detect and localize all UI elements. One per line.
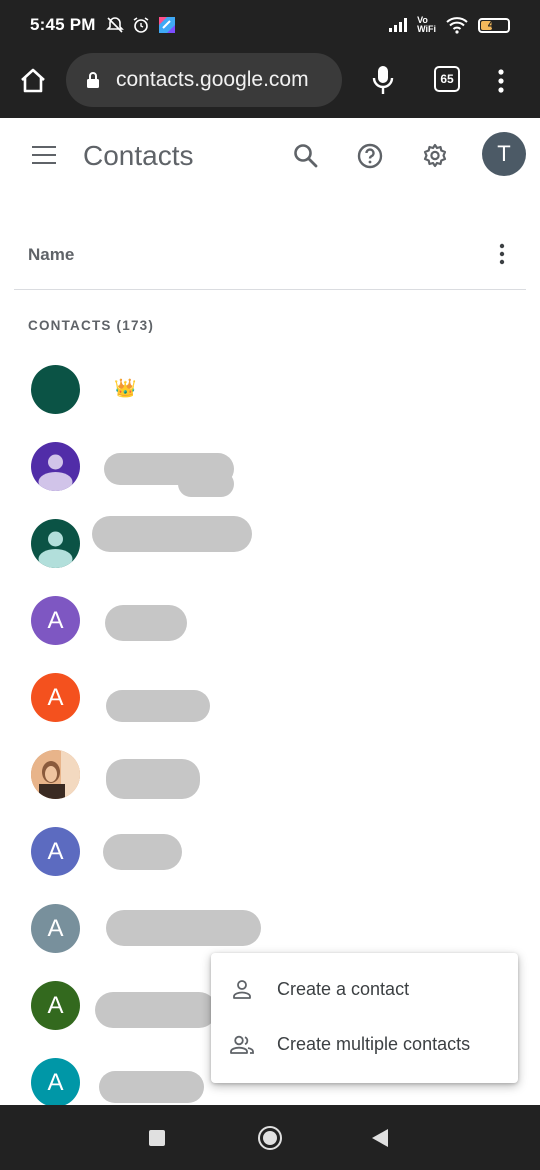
list-item[interactable]: A <box>0 812 540 889</box>
people-outline-icon <box>230 1035 254 1054</box>
avatar: A <box>31 596 80 645</box>
redacted-name <box>99 1071 204 1103</box>
avatar: A <box>31 827 80 876</box>
signal-icon <box>389 18 408 32</box>
redacted-name <box>106 910 261 946</box>
lock-icon <box>87 72 99 88</box>
redacted-name <box>92 516 252 552</box>
more-vert-icon[interactable] <box>490 66 512 96</box>
create-contact-item[interactable]: Create a contact <box>211 962 518 1017</box>
recents-square-icon[interactable] <box>149 1130 165 1146</box>
menu-icon[interactable] <box>32 146 56 164</box>
redacted-name <box>95 992 217 1028</box>
browser-toolbar: contacts.google.com 65 <box>0 50 540 118</box>
bell-off-icon <box>105 17 124 33</box>
vowifi-indicator: Vo WiFi <box>417 15 436 34</box>
redacted-name <box>105 605 187 641</box>
avatar: A <box>31 981 80 1030</box>
list-item[interactable]: A <box>0 581 540 658</box>
name-column-label[interactable]: Name <box>28 245 74 265</box>
list-item[interactable] <box>0 427 540 504</box>
status-time: 5:45 PM <box>30 15 96 34</box>
home-icon[interactable] <box>18 66 48 96</box>
status-bar: 5:45 PM Vo WiFi 40 <box>0 0 540 50</box>
create-multiple-contacts-label: Create multiple contacts <box>277 1034 471 1054</box>
mic-icon[interactable] <box>370 64 396 96</box>
back-triangle-icon[interactable] <box>372 1129 388 1147</box>
list-item[interactable] <box>0 504 540 581</box>
home-circle-icon[interactable] <box>258 1126 282 1150</box>
contact-name: 👑 <box>114 378 137 398</box>
app-notification-icon <box>158 17 175 33</box>
url-text: contacts.google.com <box>116 68 309 91</box>
wifi-icon <box>446 17 468 34</box>
avatar: A <box>31 673 80 722</box>
create-multiple-contacts-item[interactable]: Create multiple contacts <box>211 1017 518 1072</box>
redacted-name <box>106 759 200 799</box>
photo-avatar <box>31 750 80 799</box>
person-icon <box>31 519 80 568</box>
list-item[interactable]: 👑 <box>0 350 540 427</box>
app-header: Contacts T <box>0 118 540 196</box>
address-bar[interactable]: contacts.google.com <box>66 53 342 107</box>
redacted-name <box>103 834 182 870</box>
screen: 5:45 PM Vo WiFi 40 contacts.google.com 6… <box>0 0 540 1170</box>
help-icon[interactable] <box>356 142 384 170</box>
settings-icon[interactable] <box>421 142 449 170</box>
list-header: Name <box>14 230 526 290</box>
list-more-icon[interactable] <box>492 242 512 266</box>
create-menu: Create a contact Create multiple contact… <box>211 953 518 1083</box>
tabs-button[interactable]: 65 <box>434 66 460 92</box>
battery-icon: 40 <box>478 17 510 33</box>
create-contact-label: Create a contact <box>277 979 410 999</box>
redacted-name <box>106 690 210 722</box>
avatar: A <box>31 904 80 953</box>
search-icon[interactable] <box>292 142 320 170</box>
system-nav-bar <box>0 1105 540 1170</box>
redacted-name <box>178 471 234 497</box>
person-icon <box>31 442 80 491</box>
person-outline-icon <box>233 979 251 999</box>
list-item[interactable]: A <box>0 658 540 735</box>
list-item[interactable] <box>0 735 540 812</box>
avatar: A <box>31 1058 80 1107</box>
page-title: Contacts <box>83 140 194 171</box>
section-label: CONTACTS (173) <box>28 318 155 333</box>
avatar <box>31 365 80 414</box>
account-avatar[interactable]: T <box>482 132 526 176</box>
alarm-icon <box>133 17 149 33</box>
